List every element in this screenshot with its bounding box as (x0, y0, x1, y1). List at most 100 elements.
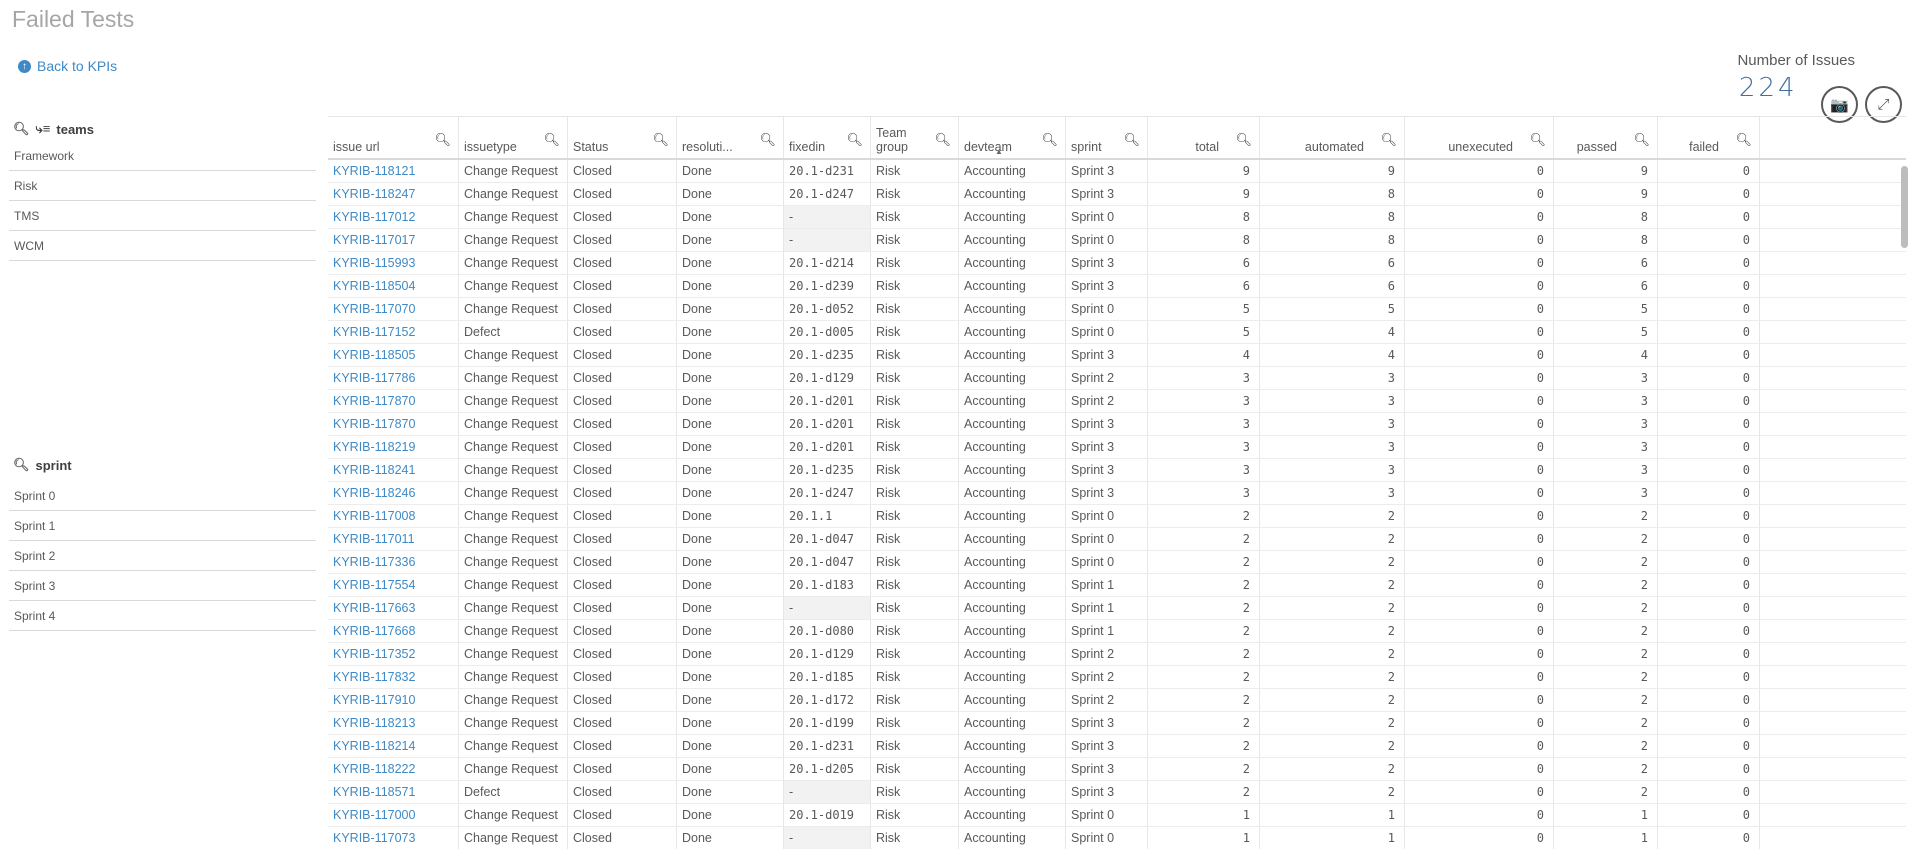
search-icon[interactable]: 🔍︎ (1235, 133, 1252, 147)
table-cell: Sprint 0 (1066, 229, 1148, 251)
issue-link[interactable]: KYRIB-117910 (328, 689, 459, 711)
column-header[interactable]: fixedin 🔍︎ (784, 117, 871, 158)
column-header[interactable]: devteam 🔍︎ ▲ (959, 117, 1066, 158)
column-header[interactable]: sprint 🔍︎ (1066, 117, 1148, 158)
filter-item-teams[interactable]: TMS (9, 201, 316, 231)
table-cell: Done (677, 482, 784, 504)
table-cell: Sprint 3 (1066, 252, 1148, 274)
search-icon[interactable]: 🔍︎ (652, 133, 669, 147)
issue-link[interactable]: KYRIB-118504 (328, 275, 459, 297)
search-icon[interactable]: 🔍︎ (1633, 133, 1650, 147)
filter-item-sprint[interactable]: Sprint 3 (9, 571, 316, 601)
issue-link[interactable]: KYRIB-117663 (328, 597, 459, 619)
column-header[interactable]: automated 🔍︎ (1260, 117, 1405, 158)
issue-link[interactable]: KYRIB-117000 (328, 804, 459, 826)
table-cell: 8 (1260, 229, 1405, 251)
table-cell: Accounting (959, 252, 1066, 274)
table-cell: Done (677, 643, 784, 665)
search-icon[interactable]: 🔍︎ (434, 133, 451, 147)
issue-link[interactable]: KYRIB-118222 (328, 758, 459, 780)
column-header[interactable]: passed 🔍︎ (1554, 117, 1658, 158)
issue-link[interactable]: KYRIB-118505 (328, 344, 459, 366)
issue-link[interactable]: KYRIB-117352 (328, 643, 459, 665)
table-cell: Closed (568, 689, 677, 711)
issue-link[interactable]: KYRIB-117008 (328, 505, 459, 527)
issue-link[interactable]: KYRIB-117336 (328, 551, 459, 573)
search-icon[interactable]: 🔍︎ (543, 133, 560, 147)
table-cell: 0 (1658, 827, 1760, 849)
filter-item-sprint[interactable]: Sprint 4 (9, 601, 316, 631)
table-cell: Closed (568, 321, 677, 343)
column-header[interactable]: Team group 🔍︎ (871, 117, 959, 158)
issue-link[interactable]: KYRIB-117870 (328, 413, 459, 435)
issue-link[interactable]: KYRIB-118121 (328, 160, 459, 182)
table-cell: Closed (568, 275, 677, 297)
row-spacer (1760, 482, 1906, 504)
table-cell: 1 (1554, 827, 1658, 849)
search-icon[interactable]: 🔍︎ (1735, 133, 1752, 147)
issue-link[interactable]: KYRIB-118213 (328, 712, 459, 734)
filter-item-sprint[interactable]: Sprint 2 (9, 541, 316, 571)
table-cell: 8 (1148, 206, 1260, 228)
search-icon[interactable]: 🔍︎ (1041, 133, 1058, 147)
search-icon[interactable]: 🔍︎ (13, 457, 30, 473)
filter-item-teams[interactable]: WCM (9, 231, 316, 261)
filter-teams-header[interactable]: 🔍︎ ⤷≡ teams (9, 117, 316, 141)
table-cell: 2 (1260, 551, 1405, 573)
issue-link[interactable]: KYRIB-117012 (328, 206, 459, 228)
table-cell: 0 (1658, 643, 1760, 665)
issue-link[interactable]: KYRIB-117070 (328, 298, 459, 320)
issue-link[interactable]: KYRIB-118219 (328, 436, 459, 458)
issue-link[interactable]: KYRIB-118571 (328, 781, 459, 803)
column-header[interactable]: resoluti... 🔍︎ (677, 117, 784, 158)
search-icon[interactable]: 🔍︎ (1380, 133, 1397, 147)
column-header[interactable]: Status 🔍︎ (568, 117, 677, 158)
filter-item-sprint[interactable]: Sprint 1 (9, 511, 316, 541)
issue-link[interactable]: KYRIB-117011 (328, 528, 459, 550)
search-icon[interactable]: 🔍︎ (934, 133, 951, 147)
table-row: KYRIB-118213 Change Request Closed Done 20.1… (328, 712, 1906, 735)
issue-link[interactable]: KYRIB-115993 (328, 252, 459, 274)
table-cell: 6 (1260, 252, 1405, 274)
issue-link[interactable]: KYRIB-117668 (328, 620, 459, 642)
search-icon[interactable]: 🔍︎ (1529, 133, 1546, 147)
table-cell: Sprint 0 (1066, 505, 1148, 527)
issue-link[interactable]: KYRIB-117017 (328, 229, 459, 251)
column-header[interactable]: failed 🔍︎ (1658, 117, 1760, 158)
table-scrollbar[interactable] (1901, 166, 1908, 248)
table-cell: 2 (1148, 620, 1260, 642)
issue-link[interactable]: KYRIB-117073 (328, 827, 459, 849)
table-cell: Change Request (459, 735, 568, 757)
table-cell: 20.1-d201 (784, 390, 871, 412)
issue-link[interactable]: KYRIB-118241 (328, 459, 459, 481)
issue-link[interactable]: KYRIB-117832 (328, 666, 459, 688)
column-header-spacer (1760, 117, 1906, 158)
filter-item-teams[interactable]: Risk (9, 171, 316, 201)
column-header[interactable]: issuetype 🔍︎ (459, 117, 568, 158)
table-cell: 0 (1658, 574, 1760, 596)
search-icon[interactable]: 🔍︎ (13, 121, 30, 137)
search-icon[interactable]: 🔍︎ (1123, 133, 1140, 147)
table-cell: 0 (1405, 390, 1554, 412)
issue-link[interactable]: KYRIB-118214 (328, 735, 459, 757)
table-cell: Sprint 0 (1066, 551, 1148, 573)
issue-link[interactable]: KYRIB-117786 (328, 367, 459, 389)
column-header[interactable]: issue url 🔍︎ (328, 117, 459, 158)
issue-link[interactable]: KYRIB-118246 (328, 482, 459, 504)
table-cell: Accounting (959, 459, 1066, 481)
table-cell: - (784, 206, 871, 228)
search-icon[interactable]: 🔍︎ (846, 133, 863, 147)
filter-item-sprint[interactable]: Sprint 0 (9, 481, 316, 511)
issue-link[interactable]: KYRIB-117554 (328, 574, 459, 596)
search-icon[interactable]: 🔍︎ (759, 133, 776, 147)
table-cell: 3 (1260, 459, 1405, 481)
issue-link[interactable]: KYRIB-117152 (328, 321, 459, 343)
filter-sprint-header[interactable]: 🔍︎ sprint (9, 453, 316, 477)
issue-link[interactable]: KYRIB-117870 (328, 390, 459, 412)
filter-item-teams[interactable]: Framework (9, 141, 316, 171)
column-header[interactable]: total 🔍︎ (1148, 117, 1260, 158)
issue-link[interactable]: KYRIB-118247 (328, 183, 459, 205)
back-to-kpis-link[interactable]: ↑ Back to KPIs (18, 58, 117, 74)
column-header[interactable]: unexecuted 🔍︎ (1405, 117, 1554, 158)
column-header-label: fixedin (789, 140, 826, 154)
